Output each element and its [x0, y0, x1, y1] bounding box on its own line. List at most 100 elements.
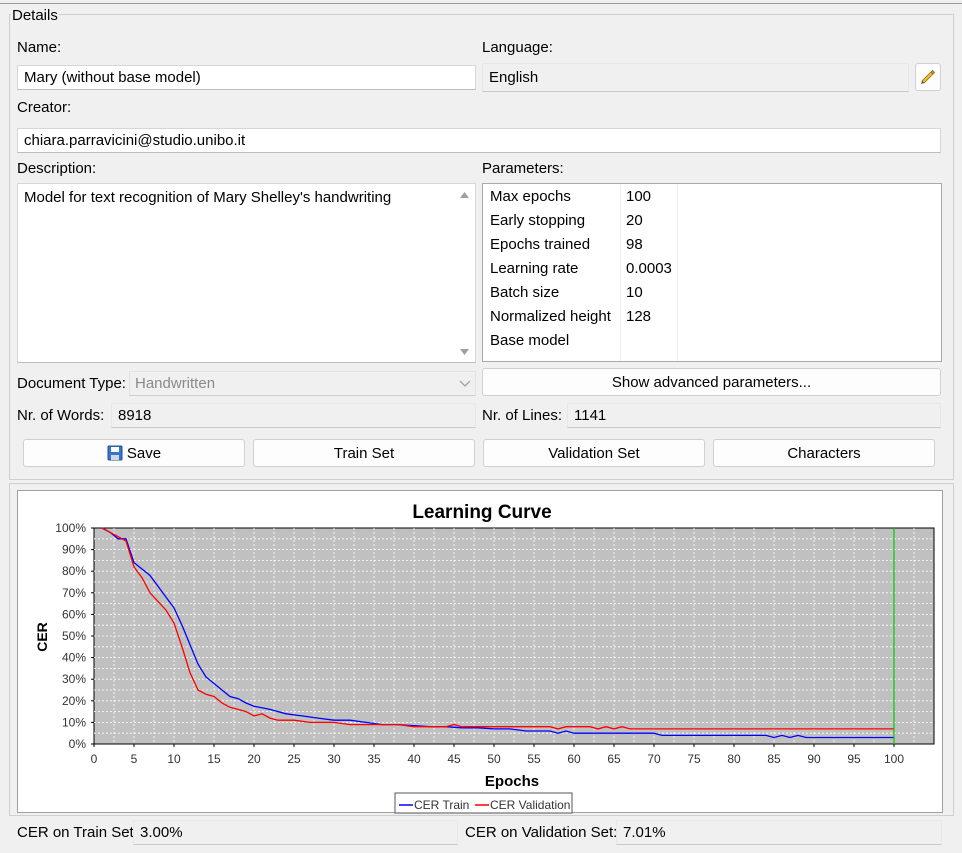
y-tick-label: 60% — [62, 607, 86, 621]
chart-legend: CER Train CER Validation — [394, 792, 573, 814]
parameter-value: 98 — [626, 236, 643, 253]
x-tick-label: 5 — [131, 752, 138, 766]
document-type-label: Document Type: — [17, 375, 126, 392]
x-tick-label: 10 — [167, 752, 181, 766]
lines-label: Nr. of Lines: — [482, 407, 563, 424]
x-tick-label: 25 — [287, 752, 301, 766]
parameter-key: Normalized height — [490, 308, 611, 325]
y-tick-label: 40% — [62, 651, 86, 665]
x-tick-label: 70 — [647, 752, 661, 766]
x-tick-label: 90 — [807, 752, 821, 766]
parameter-key: Early stopping — [490, 212, 586, 229]
x-tick-label: 65 — [607, 752, 621, 766]
window-top-border — [0, 3, 962, 4]
x-tick-label: 100 — [884, 752, 904, 766]
words-label: Nr. of Words: — [17, 407, 105, 424]
creator-value: chiara.parravicini@studio.unibo.it — [24, 132, 246, 149]
cer-train-label: CER on Train Set: — [17, 824, 138, 841]
parameter-row[interactable]: Base model — [483, 330, 941, 354]
cer-train-value: 3.00% — [140, 824, 183, 841]
parameter-row[interactable]: Batch size 10 — [483, 282, 941, 306]
name-label: Name: — [17, 39, 62, 56]
x-tick-label: 55 — [527, 752, 541, 766]
y-tick-label: 10% — [62, 715, 86, 729]
name-field[interactable]: Mary (without base model) — [17, 65, 476, 90]
y-tick-label: 100% — [55, 521, 86, 535]
parameter-value: 128 — [626, 308, 652, 325]
words-value: 8918 — [118, 407, 152, 424]
lines-field: 1141 — [567, 403, 941, 428]
parameter-value: 10 — [626, 284, 643, 301]
chart-title: Learning Curve — [412, 502, 551, 523]
x-tick-label: 30 — [327, 752, 341, 766]
x-tick-label: 50 — [487, 752, 501, 766]
x-tick-label: 0 — [91, 752, 98, 766]
lines-value: 1141 — [574, 407, 607, 424]
scroll-up-arrow-icon[interactable] — [456, 186, 473, 203]
y-tick-label: 70% — [62, 586, 86, 600]
learning-curve-panel: Learning Curve 0 5 10 15 20 25 30 35 40 45 50 55 60 6… — [17, 490, 943, 814]
creator-label: Creator: — [17, 99, 72, 116]
parameter-key: Epochs trained — [490, 236, 591, 253]
y-tick-label: 90% — [62, 543, 86, 557]
y-axis-label: CER — [34, 622, 50, 652]
y-tick-label: 50% — [62, 629, 86, 643]
parameter-key: Learning rate — [490, 260, 579, 277]
parameter-row[interactable]: Early stopping 20 — [483, 210, 941, 234]
details-group-title: Details — [11, 7, 59, 24]
y-tick-label: 0% — [69, 737, 87, 751]
language-field: English — [482, 63, 909, 92]
parameters-table[interactable]: Max epochs 100 Early stopping 20 Epochs trai… — [482, 183, 942, 362]
name-value: Mary (without base model) — [24, 69, 201, 86]
cer-validation-field: 7.01% — [616, 820, 942, 845]
learning-curve-chart: Learning Curve 0 5 10 15 20 25 30 35 40 45 50 55 60 6… — [34, 502, 935, 814]
legend-validation-label: CER Validation — [490, 798, 570, 812]
language-label: Language: — [482, 39, 553, 56]
description-label: Description: — [17, 160, 97, 177]
parameter-key: Batch size — [490, 284, 560, 301]
edit-language-button[interactable] — [915, 63, 941, 91]
parameter-row[interactable]: Normalized height 128 — [483, 306, 941, 330]
document-type-value: Handwritten — [135, 375, 216, 392]
x-tick-label: 80 — [727, 752, 741, 766]
creator-field[interactable]: chiara.parravicini@studio.unibo.it — [17, 128, 941, 153]
cer-validation-value: 7.01% — [623, 824, 666, 841]
x-tick-label: 35 — [367, 752, 381, 766]
validation-set-button[interactable]: Validation Set — [483, 439, 705, 467]
characters-button[interactable]: Characters — [713, 439, 935, 467]
show-advanced-parameters-button[interactable]: Show advanced parameters... — [482, 368, 941, 396]
parameter-value: 100 — [626, 188, 652, 205]
document-type-select[interactable]: Handwritten — [129, 371, 476, 396]
x-tick-label: 75 — [687, 752, 701, 766]
train-set-button[interactable]: Train Set — [253, 439, 475, 467]
parameter-row[interactable]: Epochs trained 98 — [483, 234, 941, 258]
language-value: English — [489, 69, 539, 86]
parameter-value: 0.0003 — [626, 260, 672, 277]
cer-train-field: 3.00% — [133, 820, 458, 845]
grid-lines — [94, 528, 934, 744]
cer-validation-label: CER on Validation Set: — [465, 824, 618, 841]
chevron-down-icon — [459, 380, 471, 387]
scroll-down-arrow-icon[interactable] — [456, 343, 473, 360]
parameters-label: Parameters: — [482, 160, 564, 177]
parameter-value: 20 — [626, 212, 643, 229]
description-textarea[interactable]: Model for text recognition of Mary Shell… — [17, 183, 476, 363]
parameter-key: Base model — [490, 332, 570, 349]
x-tick-label: 95 — [847, 752, 861, 766]
x-tick-label: 20 — [247, 752, 261, 766]
x-tick-label: 45 — [447, 752, 461, 766]
x-tick-label: 85 — [767, 752, 781, 766]
description-value: Model for text recognition of Mary Shell… — [24, 189, 392, 206]
y-tick-label: 30% — [62, 672, 86, 686]
description-scrollbar[interactable] — [456, 184, 473, 362]
save-button[interactable]: Save — [23, 439, 245, 467]
pencil-icon — [921, 69, 936, 84]
parameter-row[interactable]: Max epochs 100 — [483, 186, 941, 210]
y-tick-label: 20% — [62, 694, 86, 708]
x-tick-label: 15 — [207, 752, 221, 766]
parameter-key: Max epochs — [490, 188, 571, 205]
parameter-row[interactable]: Learning rate 0.0003 — [483, 258, 941, 282]
x-axis-label: Epochs — [485, 773, 539, 790]
words-field: 8918 — [111, 403, 476, 428]
y-tick-label: 80% — [62, 564, 86, 578]
